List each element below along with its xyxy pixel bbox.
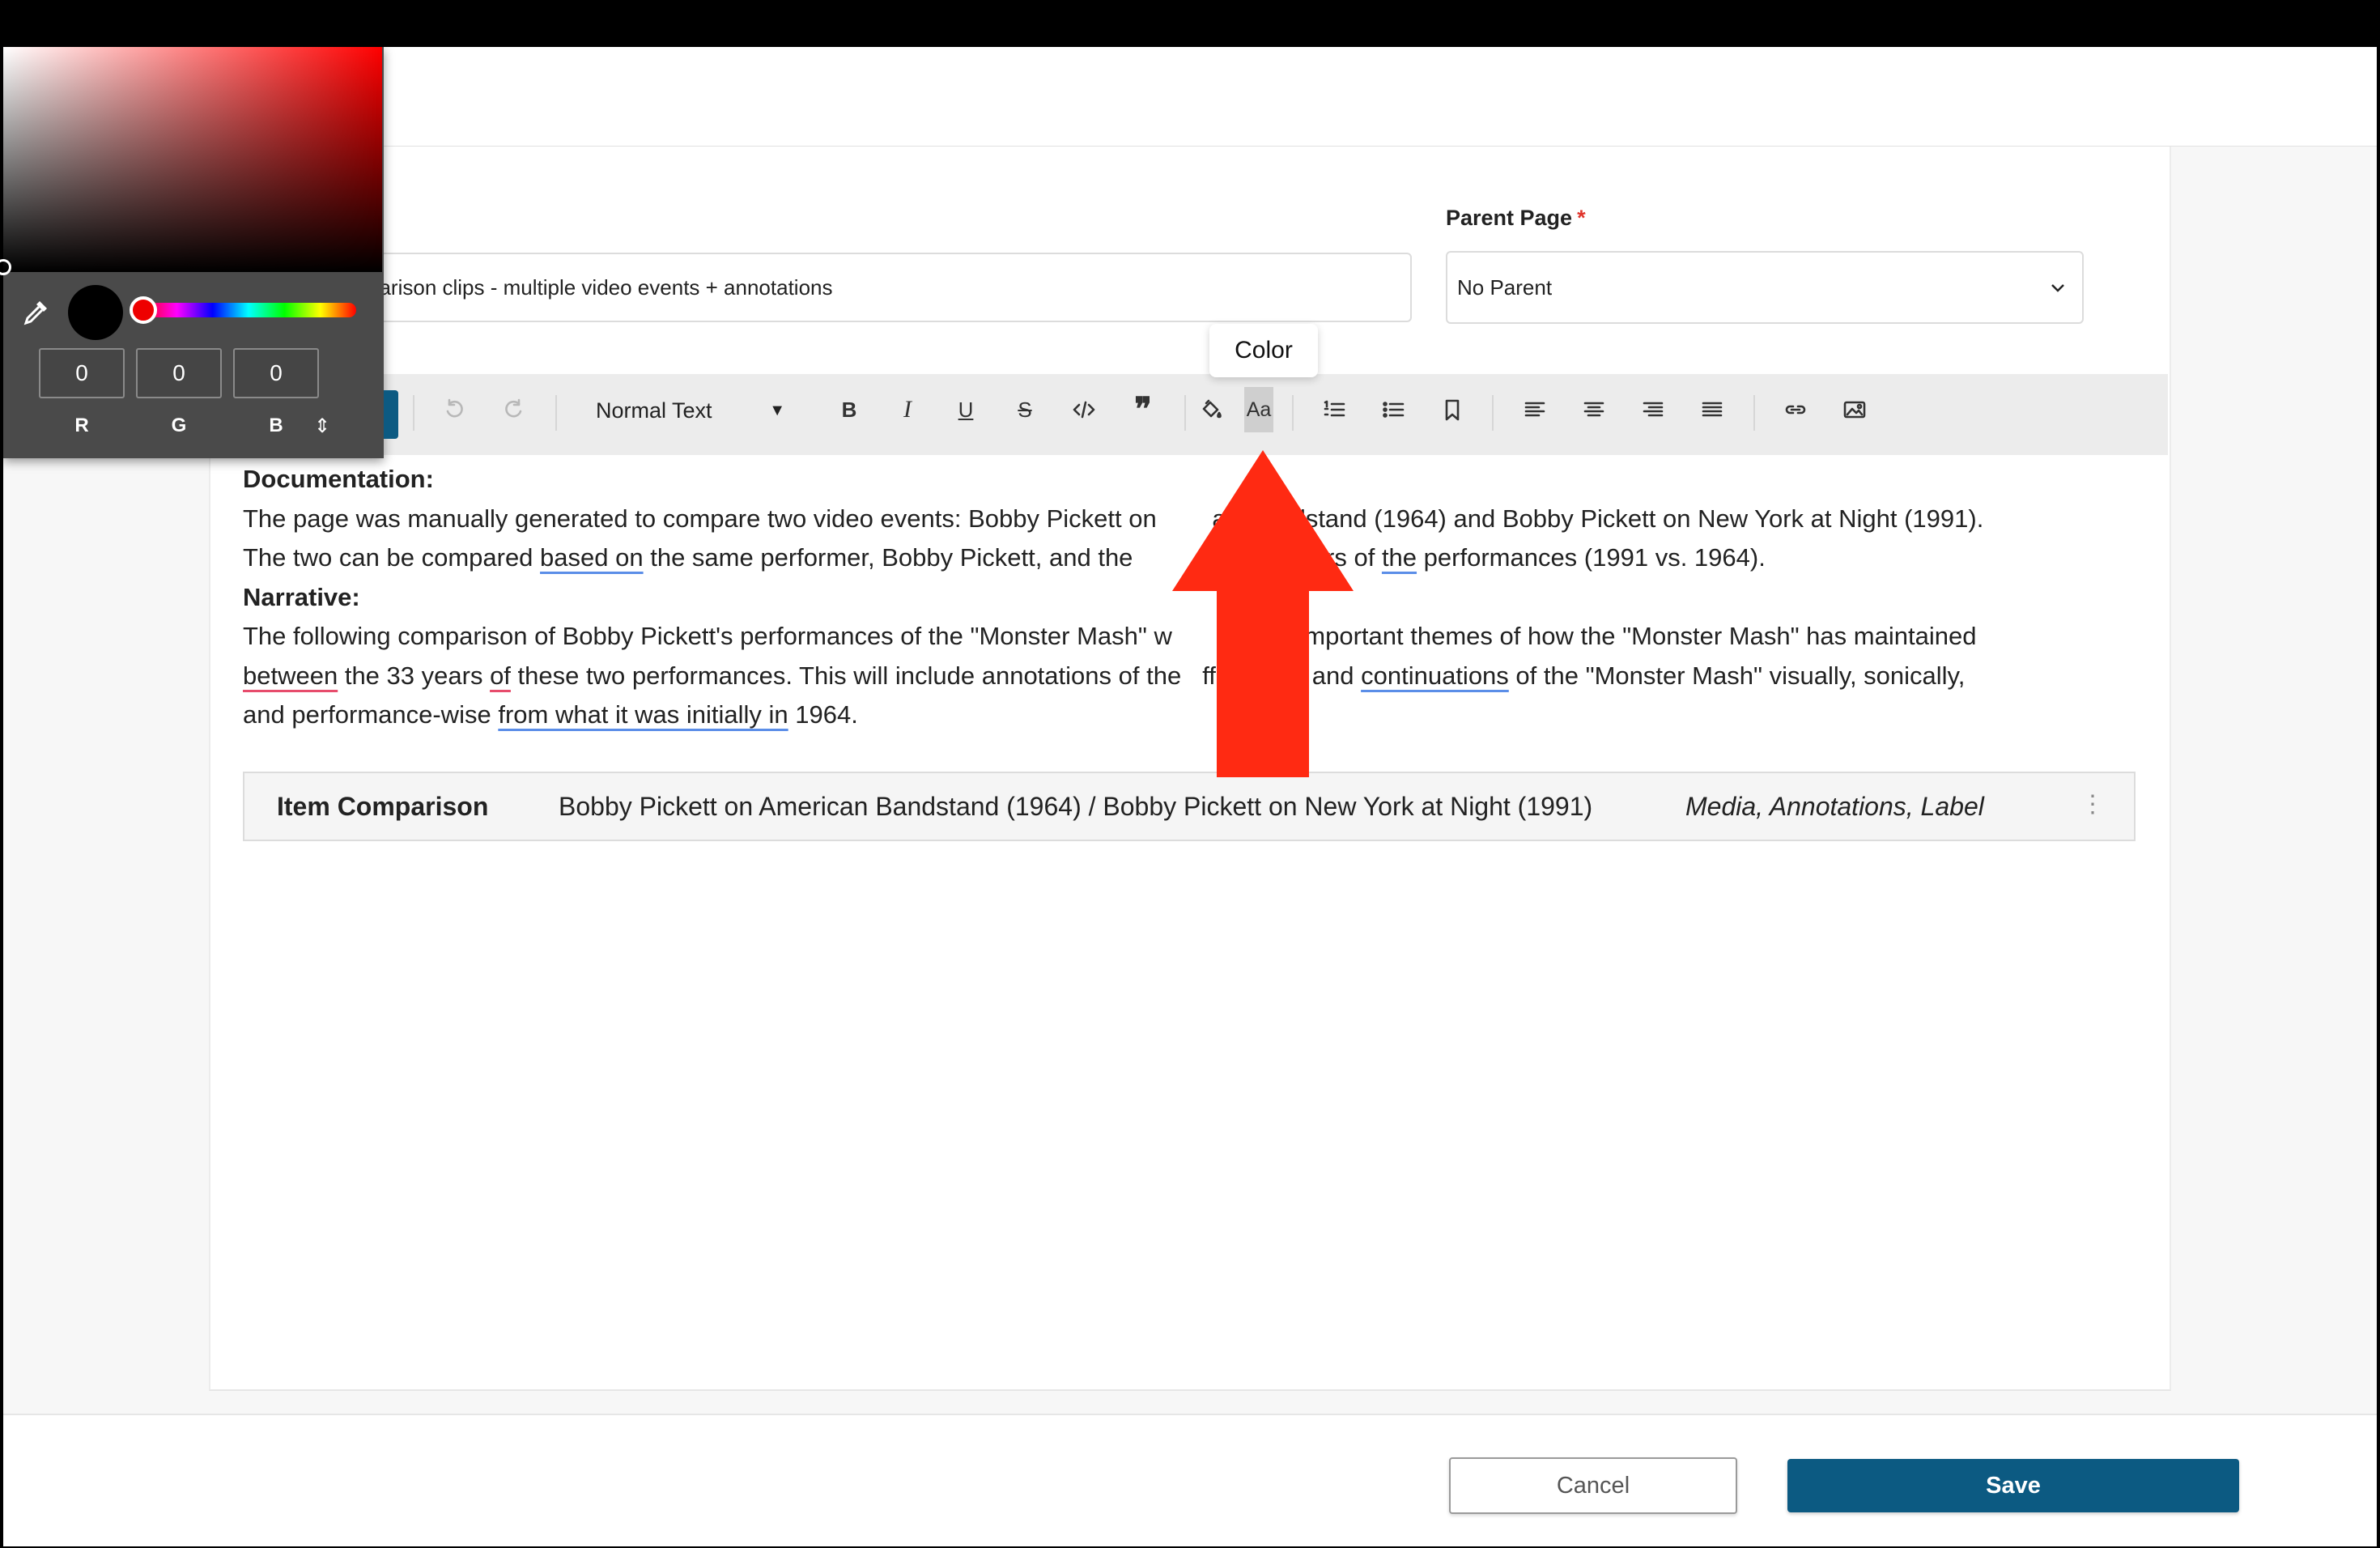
- hue-handle[interactable]: [130, 296, 157, 324]
- cancel-button[interactable]: Cancel: [1449, 1457, 1737, 1514]
- title-input-value: parison clips - multiple video events + …: [368, 274, 833, 300]
- spelling-suggestion[interactable]: between: [243, 661, 338, 690]
- image-icon: [1843, 401, 1866, 419]
- underline-icon: U: [958, 397, 974, 422]
- item-comparison-tags: Media, Annotations, Label: [1685, 792, 1984, 821]
- spelling-suggestion[interactable]: of: [490, 661, 511, 690]
- text-span: The two can be compared: [243, 543, 541, 572]
- align-center-icon: [1583, 402, 1604, 417]
- red-label: R: [74, 415, 89, 436]
- text-span: these two performances. This will includ…: [510, 661, 1182, 690]
- text-color-button[interactable]: Aa: [1244, 387, 1273, 432]
- redo-button[interactable]: [493, 387, 535, 432]
- link-button[interactable]: [1774, 387, 1817, 432]
- blue-input[interactable]: 0: [233, 348, 319, 398]
- text-span: the 33 years: [338, 661, 491, 690]
- quote-icon: ❞: [1134, 392, 1152, 427]
- caret-down-icon: ▼: [769, 401, 785, 419]
- bold-button[interactable]: B: [828, 387, 870, 432]
- code-icon: [1073, 401, 1095, 419]
- highlight-button[interactable]: [1190, 387, 1232, 432]
- more-options-icon[interactable]: ⋮: [2080, 790, 2105, 819]
- blue-label: B: [269, 415, 283, 436]
- strikethrough-button[interactable]: S: [1004, 387, 1046, 432]
- color-tooltip-text: Color: [1235, 337, 1293, 364]
- toolbar-divider: [413, 395, 414, 431]
- annotation-arrow: [1172, 450, 1354, 777]
- bullet-list-button[interactable]: [1372, 387, 1414, 432]
- eyedropper-icon: [23, 301, 47, 325]
- bold-icon: B: [841, 397, 857, 422]
- quote-button[interactable]: ❞: [1122, 387, 1164, 432]
- item-comparison-title: Item Comparison: [277, 792, 489, 821]
- underline-button[interactable]: U: [945, 387, 987, 432]
- strikethrough-icon: S: [1018, 397, 1032, 422]
- required-mark: *: [1577, 206, 1586, 230]
- ordered-list-icon: [1324, 400, 1345, 417]
- screen-top-bar: [0, 0, 2380, 47]
- parent-page-value: No Parent: [1457, 274, 1553, 300]
- text-span: The page was manually generated to compa…: [243, 504, 1164, 533]
- align-justify-icon: [1702, 402, 1723, 417]
- text-format-select[interactable]: Normal Text ▼: [576, 390, 795, 431]
- current-color-swatch: [68, 285, 123, 340]
- text-span: of the "Monster Mash" visually, sonicall…: [1508, 661, 1966, 690]
- toolbar-divider: [1184, 395, 1186, 431]
- color-tooltip: Color: [1209, 324, 1318, 377]
- text-span: The following comparison of Bobby Picket…: [243, 622, 1172, 650]
- parent-page-select[interactable]: No Parent: [1446, 251, 2084, 324]
- code-button[interactable]: [1063, 387, 1105, 432]
- green-input[interactable]: 0: [136, 348, 222, 398]
- text-format-value: Normal Text: [596, 398, 712, 423]
- saturation-value-area[interactable]: [3, 47, 382, 272]
- italic-icon: I: [903, 396, 912, 423]
- red-input[interactable]: 0: [39, 348, 125, 398]
- image-button[interactable]: [1834, 387, 1876, 432]
- undo-button[interactable]: [433, 387, 475, 432]
- text-span: 1964.: [788, 700, 858, 729]
- toolbar-divider: [1492, 395, 1494, 431]
- text-span: and performance-wise: [243, 700, 499, 729]
- green-label: G: [171, 415, 187, 436]
- toolbar-divider: [555, 395, 557, 431]
- align-left-icon: [1524, 402, 1545, 417]
- hue-slider[interactable]: [141, 303, 356, 317]
- ordered-list-button[interactable]: [1313, 387, 1355, 432]
- item-comparison-items: Bobby Pickett on American Bandstand (196…: [559, 792, 1593, 821]
- parent-page-label-text: Parent Page: [1446, 206, 1573, 230]
- grammar-suggestion[interactable]: continuations: [1361, 661, 1509, 690]
- text-span: the same performer, Bobby Pickett, and t…: [643, 543, 1141, 572]
- link-icon: [1785, 405, 1806, 415]
- save-button[interactable]: Save: [1787, 1459, 2239, 1512]
- chevron-down-icon: [2051, 284, 2064, 292]
- undo-icon: [446, 398, 463, 418]
- italic-button[interactable]: I: [886, 387, 929, 432]
- align-right-button[interactable]: [1632, 387, 1674, 432]
- title-input[interactable]: parison clips - multiple video events + …: [356, 253, 1412, 322]
- toolbar-divider: [1753, 395, 1755, 431]
- parent-page-label: Parent Page *: [1446, 206, 1586, 231]
- grammar-suggestion[interactable]: from what it was initially in: [498, 700, 788, 729]
- partially-hidden-button[interactable]: [384, 390, 398, 439]
- mode-toggle-icon[interactable]: ⇕: [314, 415, 330, 438]
- align-right-icon: [1643, 402, 1664, 417]
- align-left-button[interactable]: [1514, 387, 1556, 432]
- align-center-button[interactable]: [1573, 387, 1615, 432]
- redo-icon: [505, 398, 522, 418]
- align-justify-button[interactable]: [1691, 387, 1733, 432]
- bookmark-icon: [1445, 399, 1460, 421]
- bookmark-button[interactable]: [1431, 387, 1473, 432]
- bullet-list-icon: [1383, 402, 1405, 418]
- grammar-suggestion[interactable]: based on: [540, 543, 644, 572]
- grammar-suggestion[interactable]: the: [1382, 543, 1417, 572]
- text-color-icon: Aa: [1246, 398, 1272, 421]
- toolbar-divider: [1292, 395, 1294, 431]
- paint-bucket-icon: [1202, 399, 1222, 419]
- eyedropper-button[interactable]: [19, 296, 52, 329]
- text-span: performances (1991 vs. 1964).: [1417, 543, 1766, 572]
